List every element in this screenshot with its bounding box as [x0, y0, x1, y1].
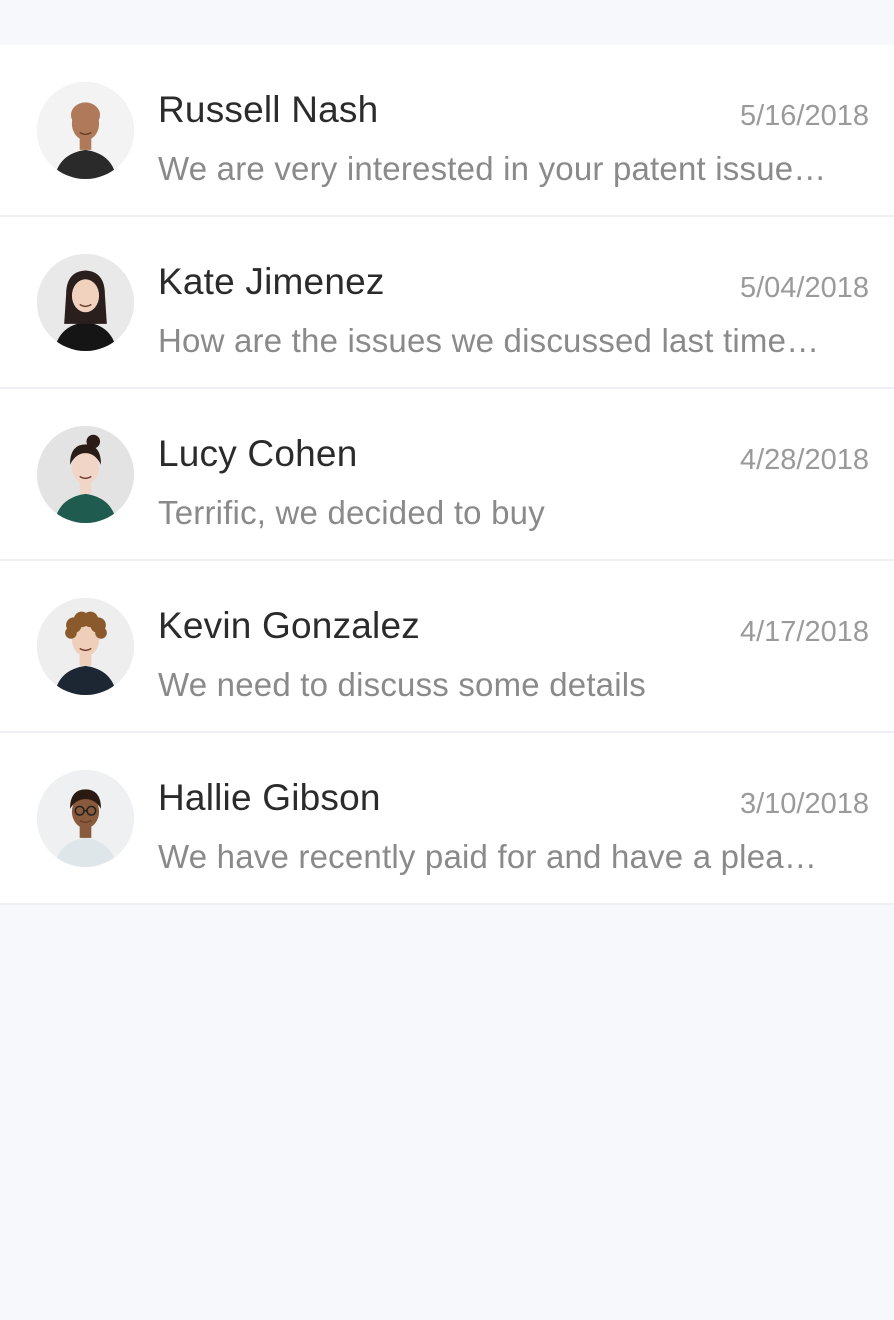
avatar-portrait [37, 82, 134, 179]
message-date: 5/16/2018 [739, 100, 869, 132]
message-preview: How are the issues we discussed last tim… [158, 322, 820, 359]
conversation-row-lucy-cohen[interactable]: Lucy Cohen 4/28/2018 Terrific, we decide… [0, 389, 894, 561]
message-preview: We have recently paid for and have a ple… [158, 838, 818, 875]
contact-name: Lucy Cohen [158, 433, 358, 474]
message-date: 3/10/2018 [739, 788, 869, 820]
message-date: 5/04/2018 [739, 272, 869, 304]
message-preview: Terrific, we decided to buy [158, 494, 545, 531]
conversation-list: Russell Nash 5/16/2018 We are very inter… [0, 45, 894, 905]
conversation-row-russell-nash[interactable]: Russell Nash 5/16/2018 We are very inter… [0, 45, 894, 217]
avatar-portrait [37, 254, 134, 351]
conversation-row-hallie-gibson[interactable]: Hallie Gibson 3/10/2018 We have recently… [0, 733, 894, 905]
avatar[interactable] [37, 426, 134, 523]
avatar[interactable] [37, 770, 134, 867]
avatar-portrait [37, 770, 134, 867]
avatar-portrait [37, 598, 134, 695]
contact-name: Kevin Gonzalez [158, 605, 420, 646]
conversation-row-kevin-gonzalez[interactable]: Kevin Gonzalez 4/17/2018 We need to disc… [0, 561, 894, 733]
message-date: 4/17/2018 [739, 616, 869, 648]
contact-name: Kate Jimenez [158, 261, 385, 302]
contact-name: Russell Nash [158, 89, 379, 130]
message-date: 4/28/2018 [739, 444, 869, 476]
avatar[interactable] [37, 82, 134, 179]
message-preview: We are very interested in your patent is… [158, 150, 827, 187]
top-spacer [0, 0, 894, 45]
avatar[interactable] [37, 598, 134, 695]
avatar[interactable] [37, 254, 134, 351]
contact-name: Hallie Gibson [158, 777, 381, 818]
message-preview: We need to discuss some details [158, 666, 647, 703]
conversation-row-kate-jimenez[interactable]: Kate Jimenez 5/04/2018 How are the issue… [0, 217, 894, 389]
avatar-portrait [37, 426, 134, 523]
